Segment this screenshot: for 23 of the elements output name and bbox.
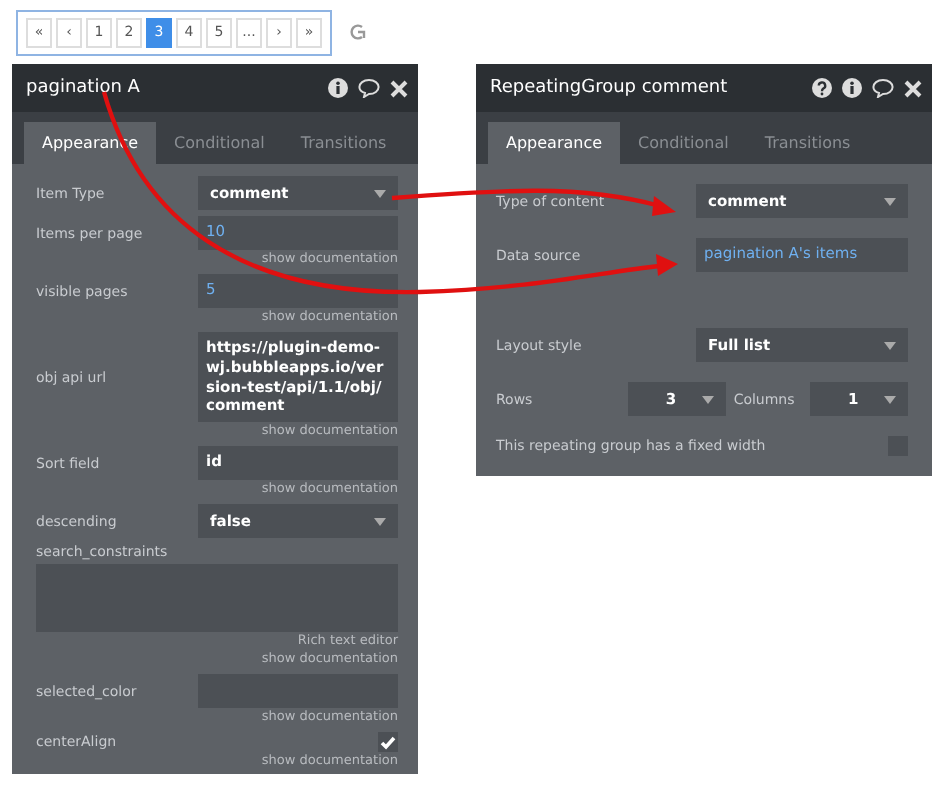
caret-icon bbox=[374, 189, 386, 197]
panel-title: RepeatingGroup comment bbox=[490, 78, 728, 98]
info-icon[interactable] bbox=[842, 78, 862, 98]
info-icon[interactable] bbox=[328, 78, 348, 98]
caret-icon bbox=[374, 517, 386, 525]
caret-icon bbox=[884, 341, 896, 349]
panel-title: pagination A bbox=[26, 78, 140, 98]
tab[interactable]: Conditional bbox=[620, 122, 747, 164]
comment-icon[interactable] bbox=[358, 78, 380, 98]
tab[interactable]: Appearance bbox=[488, 122, 621, 164]
tab[interactable]: Conditional bbox=[156, 122, 283, 164]
comment-icon[interactable] bbox=[872, 78, 894, 98]
caret-icon bbox=[884, 395, 896, 403]
checkbox[interactable] bbox=[378, 732, 398, 752]
close-icon[interactable] bbox=[904, 79, 922, 97]
close-icon[interactable] bbox=[390, 79, 408, 97]
caret-icon bbox=[701, 395, 714, 403]
tab[interactable]: Transitions bbox=[746, 122, 869, 164]
check-icon bbox=[380, 735, 396, 749]
caret-icon bbox=[884, 197, 896, 205]
tab[interactable]: Transitions bbox=[282, 122, 405, 164]
group-icon[interactable] bbox=[348, 22, 366, 42]
help-icon[interactable] bbox=[812, 78, 832, 98]
